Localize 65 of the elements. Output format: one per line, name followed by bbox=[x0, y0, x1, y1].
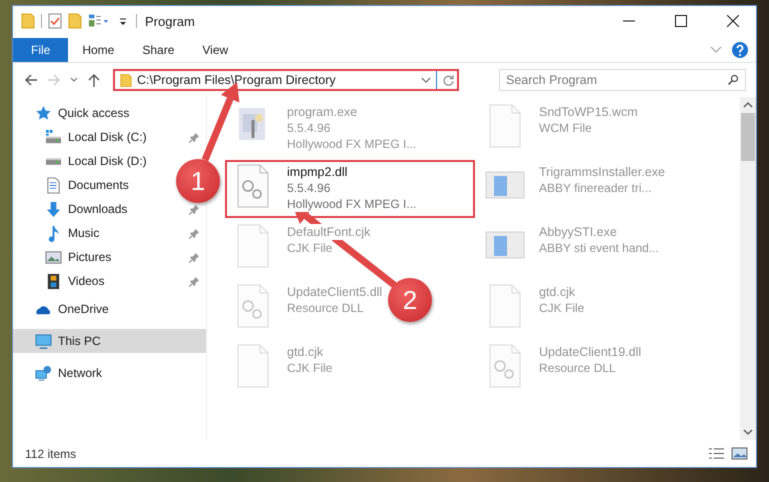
checklist-icon[interactable] bbox=[48, 13, 62, 29]
sidebar-item[interactable]: Videos bbox=[13, 269, 206, 293]
pin-icon[interactable] bbox=[189, 132, 200, 142]
drive-icon bbox=[45, 128, 62, 146]
ribbon-tab[interactable]: Share bbox=[128, 38, 188, 62]
minimize-icon bbox=[623, 20, 635, 22]
file-name: AbbyySTI.exe bbox=[539, 224, 617, 240]
sidebar-item[interactable]: Network bbox=[13, 361, 206, 385]
pin-icon[interactable] bbox=[189, 276, 200, 286]
view-layout-icon[interactable] bbox=[88, 13, 110, 29]
large-icons-view-icon[interactable] bbox=[731, 447, 748, 460]
sidebar-item[interactable]: OneDrive bbox=[13, 297, 206, 321]
close-icon bbox=[727, 15, 739, 27]
sidebar-item[interactable]: Local Disk (D:) bbox=[13, 149, 153, 173]
file-name: UpdateClient19.dll bbox=[539, 344, 642, 360]
up-arrow-icon[interactable] bbox=[86, 72, 102, 88]
back-arrow-icon[interactable] bbox=[23, 72, 39, 88]
drive-icon bbox=[45, 158, 62, 164]
ribbon-tab[interactable]: Home bbox=[68, 38, 128, 62]
file-name: gtd.cjk bbox=[287, 344, 324, 360]
picture-icon bbox=[45, 248, 62, 266]
scroll-down-icon[interactable] bbox=[743, 428, 753, 436]
ribbon-tab[interactable]: File bbox=[13, 38, 68, 62]
scroll-up-icon[interactable] bbox=[743, 101, 753, 109]
history-caret-icon[interactable] bbox=[421, 76, 431, 84]
file-name: gtd.cjk bbox=[539, 284, 576, 300]
scrollbar[interactable] bbox=[740, 97, 756, 440]
sidebar-item[interactable]: Quick access bbox=[13, 101, 206, 125]
star-icon bbox=[35, 104, 52, 122]
monitor-icon bbox=[35, 332, 52, 350]
folder-icon[interactable] bbox=[68, 13, 82, 29]
file-detail: Hollywood FX MPEG I... bbox=[287, 136, 416, 152]
folder-icon[interactable] bbox=[21, 13, 35, 29]
item-count: 112 items bbox=[25, 446, 76, 460]
file-name: TrigrammsInstaller.exe bbox=[539, 164, 665, 180]
file-item[interactable]: impmp2.dll 5.5.4.96 Hollywood FX MPEG I... bbox=[225, 160, 475, 218]
maximize-icon bbox=[675, 15, 687, 27]
sidebar-item[interactable]: This PC bbox=[13, 329, 206, 353]
file-name: DefaultFont.cjk bbox=[287, 224, 370, 240]
download-arrow-icon bbox=[45, 200, 62, 218]
film-icon bbox=[45, 272, 62, 290]
search-field[interactable]: Search Program bbox=[499, 69, 746, 91]
folder-icon bbox=[120, 72, 132, 88]
pin-icon[interactable] bbox=[189, 228, 200, 238]
address-path: C:\Program Files\Program Directory bbox=[137, 73, 337, 87]
sidebar-item[interactable]: Pictures bbox=[13, 245, 206, 269]
ribbon-tab[interactable]: View bbox=[188, 38, 242, 62]
sidebar-item[interactable]: Music bbox=[13, 221, 206, 245]
search-icon bbox=[727, 74, 739, 86]
expand-ribbon-icon[interactable] bbox=[710, 46, 722, 54]
window-title: Program bbox=[145, 14, 195, 28]
pin-icon[interactable] bbox=[189, 204, 200, 214]
file-name: impmp2.dll bbox=[287, 164, 348, 180]
sidebar-item[interactable]: Local Disk (C:) bbox=[13, 125, 206, 149]
document-icon bbox=[45, 176, 62, 194]
refresh-icon[interactable] bbox=[442, 74, 455, 86]
file-detail: Hollywood FX MPEG I... bbox=[287, 196, 416, 212]
sidebar-item[interactable]: Documents bbox=[13, 173, 135, 197]
file-name: UpdateClient5.dll bbox=[287, 284, 382, 300]
details-view-icon[interactable] bbox=[708, 447, 725, 460]
network-icon bbox=[35, 364, 52, 382]
help-icon[interactable] bbox=[732, 42, 748, 58]
address-bar[interactable]: C:\Program Files\Program Directory bbox=[113, 69, 459, 91]
scrollbar-thumb[interactable] bbox=[741, 113, 755, 161]
pin-icon[interactable] bbox=[189, 252, 200, 262]
